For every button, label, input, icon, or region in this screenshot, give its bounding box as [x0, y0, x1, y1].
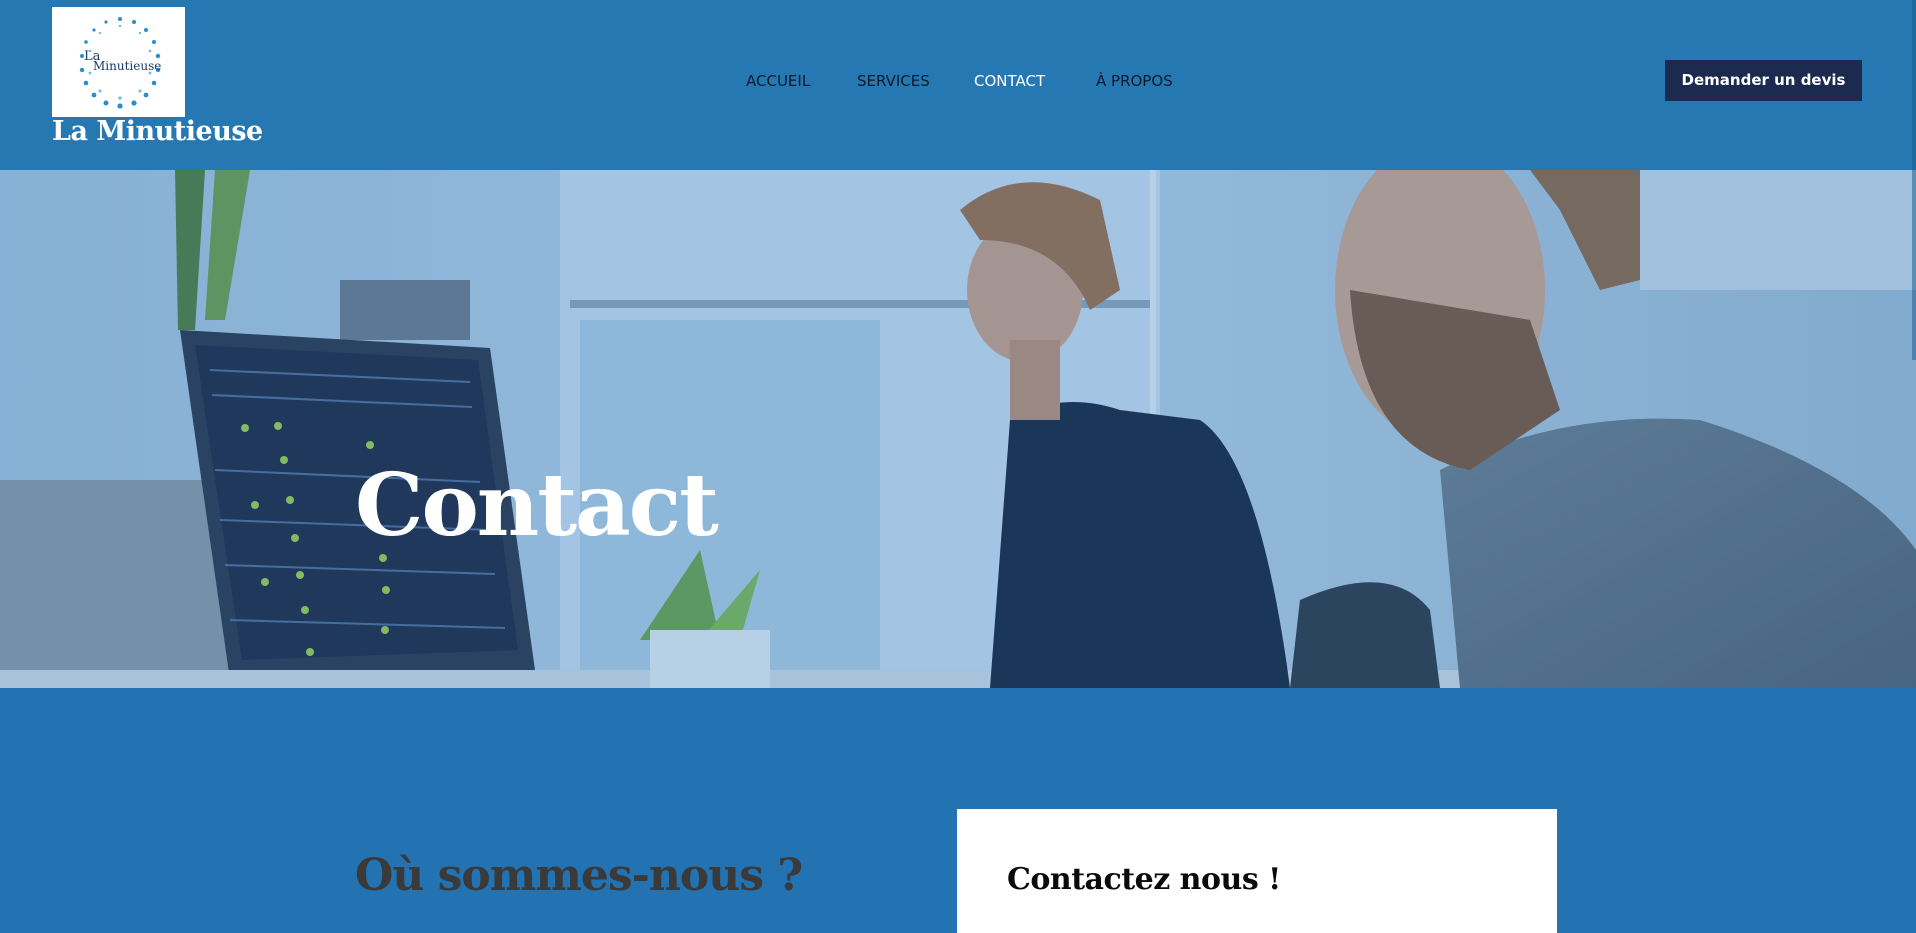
main-nav: ACCUEIL SERVICES CONTACT À PROPOS	[0, 69, 1916, 93]
nav-contact[interactable]: CONTACT	[974, 69, 1045, 93]
contact-card-title: Contactez nous !	[1007, 862, 1281, 897]
contact-form-card: Contactez nous !	[957, 809, 1557, 933]
hero-banner: Contact	[0, 170, 1916, 688]
page-scrollbar[interactable]	[1912, 0, 1916, 360]
section-title-location: Où sommes-nous ?	[355, 850, 803, 901]
nav-accueil[interactable]: ACCUEIL	[746, 69, 810, 93]
nav-services[interactable]: SERVICES	[857, 69, 930, 93]
site-header: La Minutieuse La Minutieuse ACCUEIL SERV…	[0, 0, 1916, 170]
hero-title: Contact	[355, 455, 719, 556]
request-quote-button[interactable]: Demander un devis	[1665, 60, 1862, 101]
logo[interactable]: La Minutieuse	[52, 7, 185, 117]
hero-office-image	[0, 170, 1916, 688]
nav-a-propos[interactable]: À PROPOS	[1096, 69, 1173, 93]
brand-name[interactable]: La Minutieuse	[52, 116, 263, 147]
